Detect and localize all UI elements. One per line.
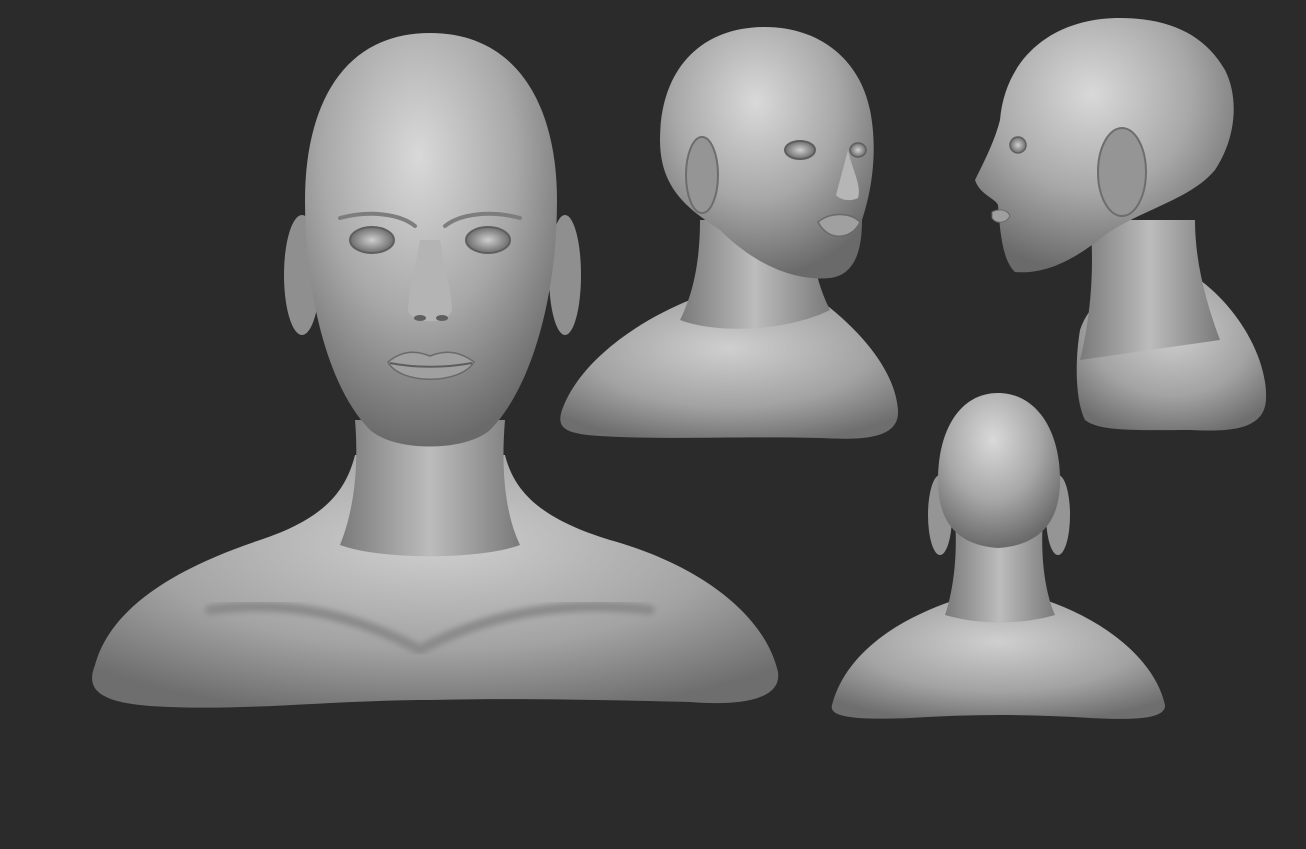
side-neck	[1080, 220, 1220, 360]
front-head	[305, 33, 557, 447]
tq-ear	[685, 136, 719, 214]
side-ear	[1097, 127, 1147, 217]
sculpt-viewport[interactable]	[0, 0, 1306, 849]
back-head	[938, 393, 1060, 548]
three-quarter-view-bust	[560, 27, 899, 439]
back-view-bust	[831, 393, 1166, 719]
side-eye	[1009, 136, 1027, 154]
front-nostril-right	[436, 315, 448, 321]
tq-eye-near	[784, 140, 816, 160]
front-right-eye	[465, 226, 511, 254]
tq-eye-far	[849, 142, 867, 158]
front-nostril-left	[414, 315, 426, 321]
front-left-eye	[349, 226, 395, 254]
side-profile-bust	[975, 18, 1267, 431]
